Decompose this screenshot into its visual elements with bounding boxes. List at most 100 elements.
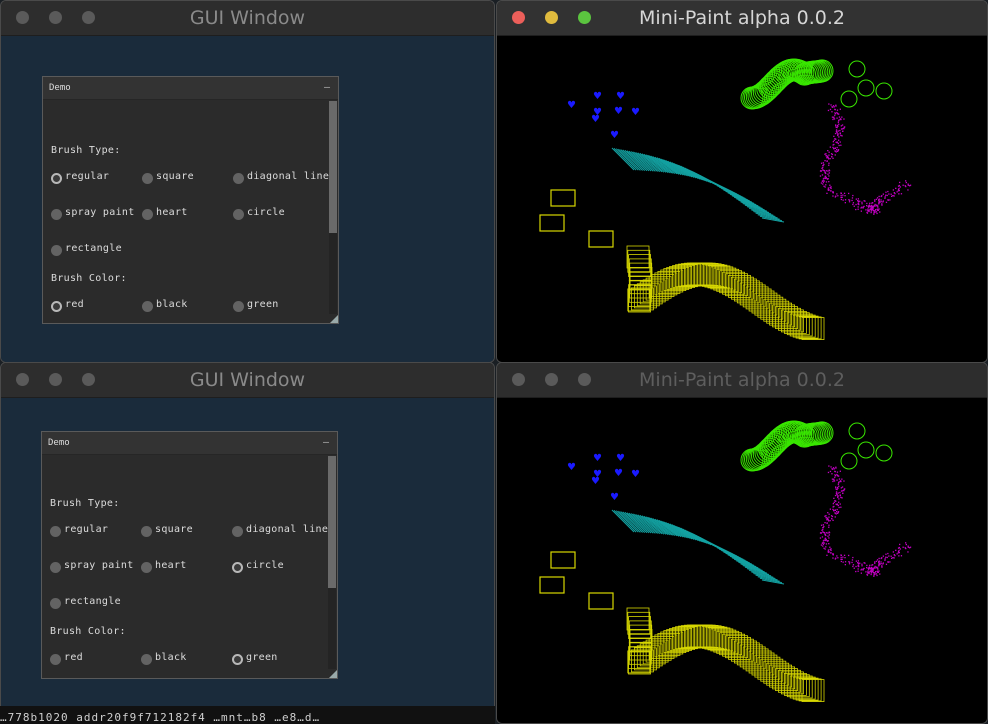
spray-dot bbox=[833, 116, 835, 118]
spray-dot bbox=[827, 535, 829, 537]
spray-dot bbox=[857, 565, 859, 567]
scrollbar[interactable] bbox=[329, 101, 337, 314]
collapse-icon[interactable]: – bbox=[324, 77, 330, 99]
radio-button[interactable] bbox=[50, 526, 61, 537]
radio-button[interactable] bbox=[51, 173, 62, 184]
spray-dot bbox=[892, 551, 894, 553]
spray-dot bbox=[824, 537, 827, 539]
spray-dot bbox=[882, 201, 884, 203]
demo-panel[interactable]: Demo – Brush Type: regular square diagon… bbox=[42, 76, 339, 324]
resize-grip-icon[interactable] bbox=[330, 315, 338, 323]
spray-dot bbox=[832, 144, 834, 146]
spray-dot bbox=[827, 187, 830, 189]
radio-button[interactable] bbox=[50, 598, 61, 609]
spray-dot bbox=[840, 196, 842, 198]
spray-dot bbox=[828, 524, 830, 526]
spray-dot bbox=[843, 128, 845, 130]
spray-dot bbox=[848, 563, 851, 565]
spray-dot bbox=[905, 543, 907, 546]
titlebar[interactable]: Mini-Paint alpha 0.0.2 bbox=[497, 1, 987, 36]
spray-dot bbox=[867, 208, 869, 210]
spray-dot bbox=[873, 210, 875, 212]
demo-panel[interactable]: Demo – Brush Type: regular square diagon… bbox=[41, 431, 338, 679]
radio-button[interactable] bbox=[50, 654, 61, 665]
spray-dot bbox=[875, 211, 878, 213]
radio-button[interactable] bbox=[233, 173, 244, 184]
spray-dot bbox=[836, 508, 838, 511]
spray-dot bbox=[824, 153, 826, 155]
spray-dot bbox=[833, 106, 835, 108]
radio-button[interactable] bbox=[51, 301, 62, 312]
spray-dot bbox=[819, 532, 822, 534]
panel-title-text: Demo bbox=[48, 438, 70, 448]
radio-button[interactable] bbox=[232, 654, 243, 665]
spray-dot bbox=[871, 564, 873, 566]
spray-dot bbox=[876, 212, 878, 215]
radio-button[interactable] bbox=[142, 173, 153, 184]
option-label: spray paint bbox=[64, 560, 134, 571]
spray-dot bbox=[851, 561, 853, 564]
spray-dot bbox=[895, 187, 897, 189]
spray-dot bbox=[833, 510, 835, 512]
spray-dot bbox=[881, 204, 883, 206]
panel-title[interactable]: Demo – bbox=[43, 77, 338, 100]
drawing-surface[interactable]: ♥♥ ♥♥ ♥ ♥♥♥ bbox=[497, 398, 988, 724]
spray-dot bbox=[828, 513, 830, 515]
spray-dot bbox=[893, 195, 895, 197]
spray-dot bbox=[839, 108, 841, 110]
spray-dot bbox=[899, 543, 901, 546]
radio-button[interactable] bbox=[232, 562, 243, 573]
spray-dot bbox=[835, 467, 837, 469]
scrollbar-thumb[interactable] bbox=[328, 456, 336, 588]
spray-dot bbox=[887, 190, 889, 193]
spray-dot bbox=[855, 208, 857, 211]
paint-canvas[interactable]: ♥ ♥ ♥ ♥ ♥ ♥ ♥ ♥ bbox=[497, 36, 987, 362]
spray-dot bbox=[852, 202, 855, 204]
radio-button[interactable] bbox=[141, 654, 152, 665]
spray-dot bbox=[843, 118, 845, 120]
collapse-icon[interactable]: – bbox=[323, 432, 329, 454]
radio-button[interactable] bbox=[142, 209, 153, 220]
spray-dot bbox=[896, 553, 898, 555]
spray-dot bbox=[898, 187, 900, 190]
paint-canvas[interactable]: ♥ ♥ ♥ ♥ ♥ ♥ ♥ ♥ bbox=[497, 398, 987, 723]
spray-dot bbox=[842, 194, 844, 196]
spray-dot bbox=[844, 126, 846, 128]
brush-type-label: Brush Type: bbox=[50, 498, 120, 509]
spray-dot bbox=[833, 135, 835, 137]
spray-dot bbox=[831, 153, 834, 156]
spray-dot bbox=[832, 554, 834, 556]
spray-dot bbox=[857, 206, 859, 208]
spray-dot bbox=[836, 511, 838, 513]
titlebar[interactable]: GUI Window bbox=[1, 1, 494, 36]
spray-dot bbox=[898, 549, 900, 552]
radio-button[interactable] bbox=[142, 301, 153, 312]
drawing-surface[interactable]: ♥♥ ♥♥ ♥ ♥♥♥ bbox=[497, 36, 988, 363]
radio-button[interactable] bbox=[141, 526, 152, 537]
spray-dot bbox=[834, 500, 836, 502]
spray-dot bbox=[841, 135, 843, 137]
panel-title[interactable]: Demo – bbox=[42, 432, 337, 455]
heart-mark: ♥ bbox=[591, 114, 600, 125]
spray-dot bbox=[869, 564, 871, 566]
spray-dot bbox=[834, 109, 836, 111]
scrollbar-thumb[interactable] bbox=[329, 101, 337, 233]
titlebar[interactable]: Mini-Paint alpha 0.0.2 bbox=[497, 363, 987, 398]
titlebar[interactable]: GUI Window bbox=[1, 363, 494, 398]
radio-button[interactable] bbox=[141, 562, 152, 573]
resize-grip-icon[interactable] bbox=[329, 670, 337, 678]
spray-dot bbox=[895, 549, 897, 551]
radio-button[interactable] bbox=[51, 209, 62, 220]
scrollbar[interactable] bbox=[328, 456, 336, 669]
radio-button[interactable] bbox=[51, 245, 62, 256]
spray-dot bbox=[866, 567, 868, 569]
spray-dot bbox=[840, 490, 843, 492]
radio-button[interactable] bbox=[233, 209, 244, 220]
radio-button[interactable] bbox=[50, 562, 61, 573]
spray-dot bbox=[857, 560, 859, 562]
brush-color-label: Brush Color: bbox=[50, 626, 126, 637]
radio-button[interactable] bbox=[232, 526, 243, 537]
radio-button[interactable] bbox=[233, 301, 244, 312]
spray-dot bbox=[832, 118, 834, 121]
spray-dot bbox=[827, 549, 830, 551]
